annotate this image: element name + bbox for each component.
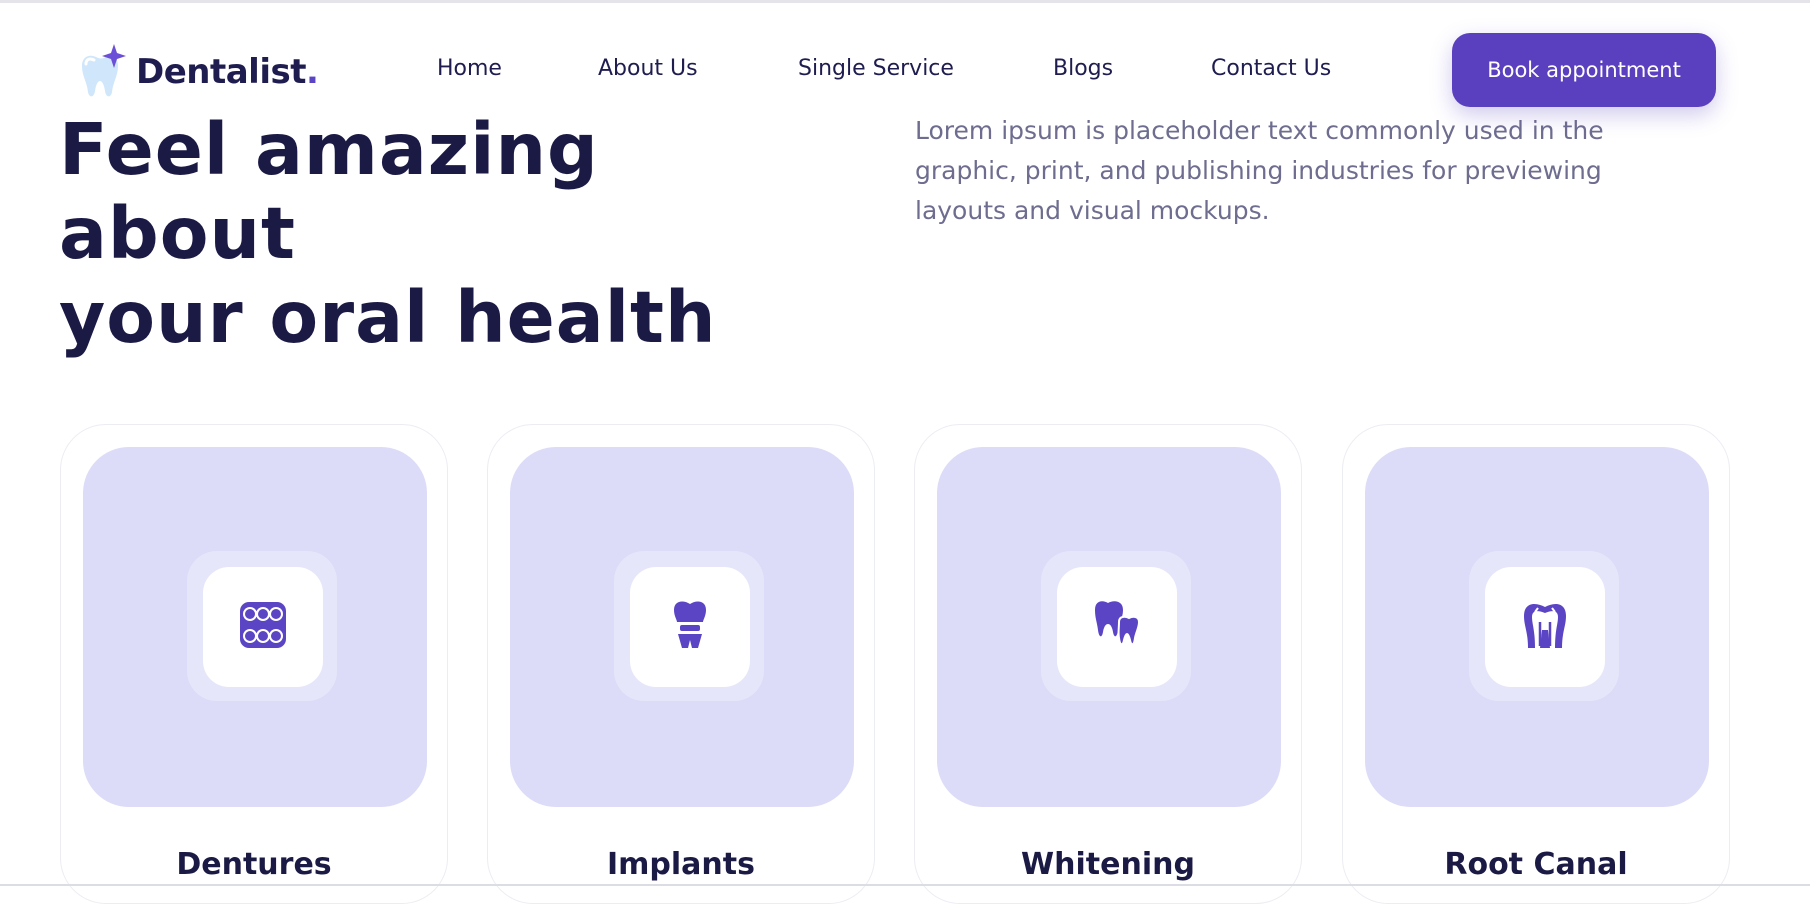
nav-item-blogs[interactable]: Blogs (1053, 56, 1113, 81)
book-appointment-button[interactable]: Book appointment (1452, 33, 1716, 107)
service-card-whitening[interactable]: Whitening (914, 424, 1302, 904)
hero-title: Feel amazing about your oral health (59, 108, 717, 359)
service-card-implants[interactable]: Implants (487, 424, 875, 904)
card-title: Root Canal (1444, 847, 1628, 882)
card-title: Whitening (1021, 847, 1195, 882)
service-card-dentures[interactable]: Dentures (60, 424, 448, 904)
card-media (937, 447, 1281, 807)
icon-container (630, 567, 750, 687)
logo[interactable]: Dentalist. (76, 44, 319, 100)
nav-item-home[interactable]: Home (437, 56, 502, 81)
dentures-icon (238, 600, 288, 655)
card-media (510, 447, 854, 807)
nav-item-single-service[interactable]: Single Service (798, 56, 954, 81)
nav-item-about-us[interactable]: About Us (598, 56, 698, 81)
tooth-sparkle-icon (76, 44, 128, 100)
dental-crown-icon (672, 600, 708, 655)
hero-description: Lorem ipsum is placeholder text commonly… (915, 116, 1604, 225)
logo-text: Dentalist. (136, 52, 319, 92)
navbar: Dentalist. Home About Us Single Service … (0, 4, 1810, 108)
nav-item-contact-us[interactable]: Contact Us (1211, 56, 1331, 81)
card-title: Dentures (176, 847, 332, 882)
icon-container (203, 567, 323, 687)
card-media (1365, 447, 1709, 807)
card-media (83, 447, 427, 807)
icon-container (1057, 567, 1177, 687)
service-card-root-canal[interactable]: Root Canal (1342, 424, 1730, 904)
teeth-icon (1093, 600, 1141, 655)
root-canal-icon (1520, 600, 1570, 655)
card-title: Implants (607, 847, 755, 882)
icon-container (1485, 567, 1605, 687)
